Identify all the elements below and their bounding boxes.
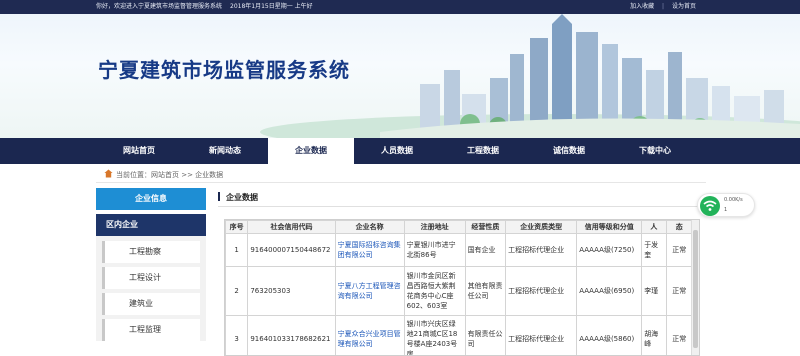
home-icon xyxy=(104,169,113,178)
col-header-nature: 经营性质 xyxy=(464,220,507,234)
cell-person: 李瑾 xyxy=(641,266,667,316)
sidebar-item-survey[interactable]: 工程勘察 xyxy=(102,241,200,263)
col-header-address: 注册地址 xyxy=(403,220,466,234)
cell-person: 胡海峰 xyxy=(641,315,667,355)
sidebar-item-construction[interactable]: 建筑业 xyxy=(102,293,200,315)
enterprise-table: 序号 社会信用代码 企业名称 注册地址 经营性质 企业资质类型 信用等级和分值 … xyxy=(225,220,694,355)
sidebar-subheader[interactable]: 区内企业 xyxy=(96,214,206,236)
cell-credit-grade: AAAAA级(7250) xyxy=(576,233,643,267)
cell-credit-code: 763205303 xyxy=(247,266,336,316)
title-marker xyxy=(218,192,220,201)
top-info-bar: 你好，欢迎进入宁夏建筑市场监督管理服务系统 2018年1月15日星期一 上午好 … xyxy=(0,0,800,14)
download-speed: 1 xyxy=(724,207,728,213)
col-header-credit-code: 社会信用代码 xyxy=(247,220,336,234)
cell-address: 银川市兴庆区绿地21商城C区18号楼A座2403号房 xyxy=(403,315,466,355)
col-header-credit-grade: 信用等级和分值 xyxy=(576,220,643,234)
sidebar-header[interactable]: 企业信息 xyxy=(96,188,206,210)
cell-status: 正常 xyxy=(665,233,694,267)
section-title: 企业数据 xyxy=(218,192,258,203)
section-divider xyxy=(218,206,706,207)
cell-qualification: 工程招标代理企业 xyxy=(505,233,578,267)
sidebar: 企业信息 区内企业 工程勘察 工程设计 建筑业 工程监理 xyxy=(96,188,206,345)
date-text: 2018年1月15日星期一 上午好 xyxy=(230,3,313,10)
breadcrumb: 当前位置：网站首页 >> 企业数据 xyxy=(104,169,223,181)
table-row: 2 763205303 宁夏八方工程管理咨询有限公司 银川市金凤区新昌西路恒大紫… xyxy=(225,266,694,316)
cell-status: 正常 xyxy=(665,266,694,316)
cell-credit-code: 916400007150448672 xyxy=(247,233,336,267)
top-links: 加入收藏 | 设为首页 xyxy=(624,0,696,14)
col-header-no: 序号 xyxy=(225,220,249,234)
section-title-text: 企业数据 xyxy=(226,193,258,202)
upload-speed: 0.00K/s xyxy=(724,197,743,203)
company-name-link[interactable]: 宁夏众合兴业项目管理有限公司 xyxy=(334,315,405,355)
wifi-icon xyxy=(700,196,720,216)
nav-item-personnel-data[interactable]: 人员数据 xyxy=(354,138,440,164)
cell-qualification: 工程招标代理企业 xyxy=(505,266,578,316)
breadcrumb-divider xyxy=(96,182,706,183)
sidebar-item-design[interactable]: 工程设计 xyxy=(102,267,200,289)
col-header-company-name: 企业名称 xyxy=(334,220,405,234)
enterprise-table-container[interactable]: 序号 社会信用代码 企业名称 注册地址 经营性质 企业资质类型 信用等级和分值 … xyxy=(224,219,700,356)
cell-address: 银川市金凤区新昌西路恒大紫荆花商务中心C座602、603室 xyxy=(403,266,466,316)
network-speed-widget[interactable]: 0.00K/s 1 xyxy=(697,193,755,217)
nav-item-news[interactable]: 新闻动态 xyxy=(182,138,268,164)
cell-no: 3 xyxy=(225,315,249,355)
main-navigation: 网站首页 新闻动态 企业数据 人员数据 工程数据 诚信数据 下载中心 xyxy=(0,138,800,164)
cell-nature: 其他有限责任公司 xyxy=(464,266,507,316)
cell-address: 宁夏银川市进宁北街86号 xyxy=(403,233,466,267)
sidebar-item-supervision[interactable]: 工程监理 xyxy=(102,319,200,341)
table-scrollbar[interactable] xyxy=(691,220,699,355)
nav-item-credit-data[interactable]: 诚信数据 xyxy=(526,138,612,164)
cell-no: 2 xyxy=(225,266,249,316)
cell-qualification: 工程招标代理企业 xyxy=(505,315,578,355)
table-row: 1 916400007150448672 宁夏国际招标咨询集团有限公司 宁夏银川… xyxy=(225,233,694,267)
cell-no: 1 xyxy=(225,233,249,267)
cell-status: 正常 xyxy=(665,315,694,355)
table-row: 3 916401033178682621 宁夏众合兴业项目管理有限公司 银川市兴… xyxy=(225,315,694,355)
cell-nature: 国有企业 xyxy=(464,233,507,267)
scrollbar-thumb[interactable] xyxy=(693,230,698,348)
add-favorite-link[interactable]: 加入收藏 xyxy=(630,3,654,10)
cell-credit-grade: AAAAA级(6950) xyxy=(576,266,643,316)
sidebar-list: 工程勘察 工程设计 建筑业 工程监理 xyxy=(96,236,206,341)
nav-item-enterprise-data[interactable]: 企业数据 xyxy=(268,138,354,164)
nav-item-download[interactable]: 下载中心 xyxy=(612,138,698,164)
site-banner: 宁夏建筑市场监管服务系统 xyxy=(0,14,800,138)
col-header-qualification: 企业资质类型 xyxy=(505,220,578,234)
nav-item-project-data[interactable]: 工程数据 xyxy=(440,138,526,164)
breadcrumb-text: 当前位置：网站首页 >> 企业数据 xyxy=(116,171,224,179)
cell-credit-grade: AAAAA级(5860) xyxy=(576,315,643,355)
welcome-text: 你好，欢迎进入宁夏建筑市场监督管理服务系统 xyxy=(96,3,223,10)
col-header-person: 人 xyxy=(641,220,667,234)
set-homepage-link[interactable]: 设为首页 xyxy=(672,3,696,10)
link-separator: | xyxy=(662,3,665,10)
table-header-row: 序号 社会信用代码 企业名称 注册地址 经营性质 企业资质类型 信用等级和分值 … xyxy=(225,220,694,234)
cell-nature: 有限责任公司 xyxy=(464,315,507,355)
col-header-status: 态 xyxy=(665,220,694,234)
company-name-link[interactable]: 宁夏国际招标咨询集团有限公司 xyxy=(334,233,405,267)
site-title: 宁夏建筑市场监管服务系统 xyxy=(98,58,350,82)
nav-item-home[interactable]: 网站首页 xyxy=(96,138,182,164)
cell-person: 于发奎 xyxy=(641,233,667,267)
cell-credit-code: 916401033178682621 xyxy=(247,315,336,355)
company-name-link[interactable]: 宁夏八方工程管理咨询有限公司 xyxy=(334,266,405,316)
